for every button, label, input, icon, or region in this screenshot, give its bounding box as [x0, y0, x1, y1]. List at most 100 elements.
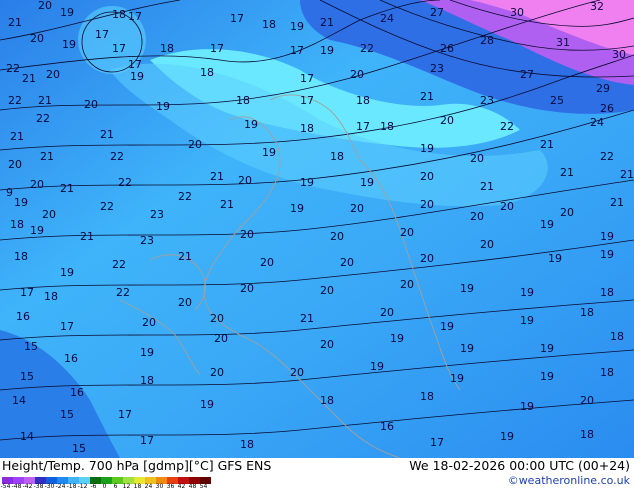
contour-label: 20	[480, 238, 494, 251]
contour-label: 22	[600, 150, 614, 163]
contour-label: 19	[156, 100, 170, 113]
contour-label: 18	[160, 42, 174, 55]
contour-label: 21	[300, 312, 314, 325]
contour-label: 19	[548, 252, 562, 265]
contour-label: 21	[220, 198, 234, 211]
contour-label: 17	[112, 42, 126, 55]
contour-label: 27	[520, 68, 534, 81]
contour-label: 22	[116, 286, 130, 299]
contour-label: 19	[62, 38, 76, 51]
contour-label: 19	[60, 266, 74, 279]
scale-tick: -24	[55, 483, 66, 490]
contour-label: 15	[20, 370, 34, 383]
scale-tick: 24	[144, 483, 153, 490]
contour-label: 17	[290, 44, 304, 57]
scale-tick: -30	[44, 483, 55, 490]
scale-tick: 18	[133, 483, 142, 490]
contour-label: 19	[450, 372, 464, 385]
contour-label: 19	[300, 176, 314, 189]
contour-label: 17	[20, 286, 34, 299]
contour-label: 31	[556, 36, 570, 49]
contour-label: 18	[14, 250, 28, 263]
map-panel[interactable]: 20 19 18 17 17 18 19 21 24 27 30 32 21 20 19 17 17 17 18 17…	[0, 0, 634, 458]
contour-label: 16	[64, 352, 78, 365]
contour-label: 28	[480, 34, 494, 47]
contour-label: 19	[390, 332, 404, 345]
contour-label: 14	[20, 430, 34, 443]
contour-label: 18	[236, 94, 250, 107]
contour-label: 19	[30, 224, 44, 237]
forecast-time: We 18-02-2026 00:00 UTC (00+24)	[409, 458, 630, 473]
contour-label: 30	[612, 48, 626, 61]
contour-label: 20	[470, 152, 484, 165]
contour-label: 25	[550, 94, 564, 107]
contour-label: 19	[370, 360, 384, 373]
contour-label: 22	[110, 150, 124, 163]
contour-label: 19	[320, 44, 334, 57]
contour-label: 20	[30, 178, 44, 191]
contour-label: 18	[356, 94, 370, 107]
contour-label: 22	[8, 94, 22, 107]
contour-label: 19	[540, 370, 554, 383]
scale-tick: 42	[177, 483, 186, 490]
contour-label: 20	[238, 174, 252, 187]
contour-label: 20	[400, 278, 414, 291]
credit-link[interactable]: ©weatheronline.co.uk	[508, 474, 630, 487]
contour-label: 17	[230, 12, 244, 25]
contour-label: 19	[360, 176, 374, 189]
contour-label: 17	[210, 42, 224, 55]
contour-label: 19	[600, 230, 614, 243]
contour-label: 20	[500, 200, 514, 213]
contour-label: 19	[520, 400, 534, 413]
contour-label: 20	[42, 208, 56, 221]
contour-label: 17	[118, 408, 132, 421]
contour-label: 20	[46, 68, 60, 81]
contour-label: 17	[95, 28, 109, 41]
contour-label: 21	[22, 72, 36, 85]
temperature-map: 2019 18 17 17 18 19 21 24 27 30 322120 1917171718 17…	[0, 0, 634, 458]
contour-label: 19	[130, 70, 144, 83]
map-title: Height/Temp. 700 hPa [gdmp][°C] GFS ENS	[2, 458, 272, 473]
scale-tick: 12	[122, 483, 131, 490]
contour-label: 21	[8, 16, 22, 29]
contour-label: 20	[8, 158, 22, 171]
contour-label: 27	[430, 6, 444, 19]
contour-label: 20	[320, 338, 334, 351]
contour-label: 21	[480, 180, 494, 193]
contour-label: 19	[520, 314, 534, 327]
contour-label: 9	[6, 186, 13, 199]
contour-label: 18	[262, 18, 276, 31]
contour-label: 21	[320, 16, 334, 29]
contour-label: 23	[480, 94, 494, 107]
scale-tick: 0	[102, 483, 107, 490]
contour-label: 24	[380, 12, 394, 25]
contour-label: 21	[10, 130, 24, 143]
contour-label: 21	[420, 90, 434, 103]
contour-label: 20	[38, 0, 52, 12]
contour-label: 20	[420, 252, 434, 265]
contour-label: 19	[440, 320, 454, 333]
contour-label: 18	[140, 374, 154, 387]
contour-label: 19	[14, 196, 28, 209]
contour-label: 21	[80, 230, 94, 243]
contour-label: 20	[214, 332, 228, 345]
contour-label: 21	[38, 94, 52, 107]
contour-label: 18	[600, 366, 614, 379]
contour-label: 18	[320, 394, 334, 407]
contour-label: 16	[16, 310, 30, 323]
contour-label: 21	[40, 150, 54, 163]
contour-label: 22	[36, 112, 50, 125]
contour-label: 19	[460, 342, 474, 355]
contour-label: 17	[60, 320, 74, 333]
contour-label: 21	[100, 128, 114, 141]
contour-label: 18	[112, 8, 126, 21]
scale-tick: 54	[199, 483, 208, 490]
contour-label: 17	[430, 436, 444, 449]
contour-label: 19	[540, 342, 554, 355]
contour-label: 18	[330, 150, 344, 163]
contour-label: 21	[210, 170, 224, 183]
contour-label: 19	[200, 398, 214, 411]
contour-label: 18	[600, 286, 614, 299]
contour-label: 20	[320, 284, 334, 297]
contour-label: 20	[260, 256, 274, 269]
